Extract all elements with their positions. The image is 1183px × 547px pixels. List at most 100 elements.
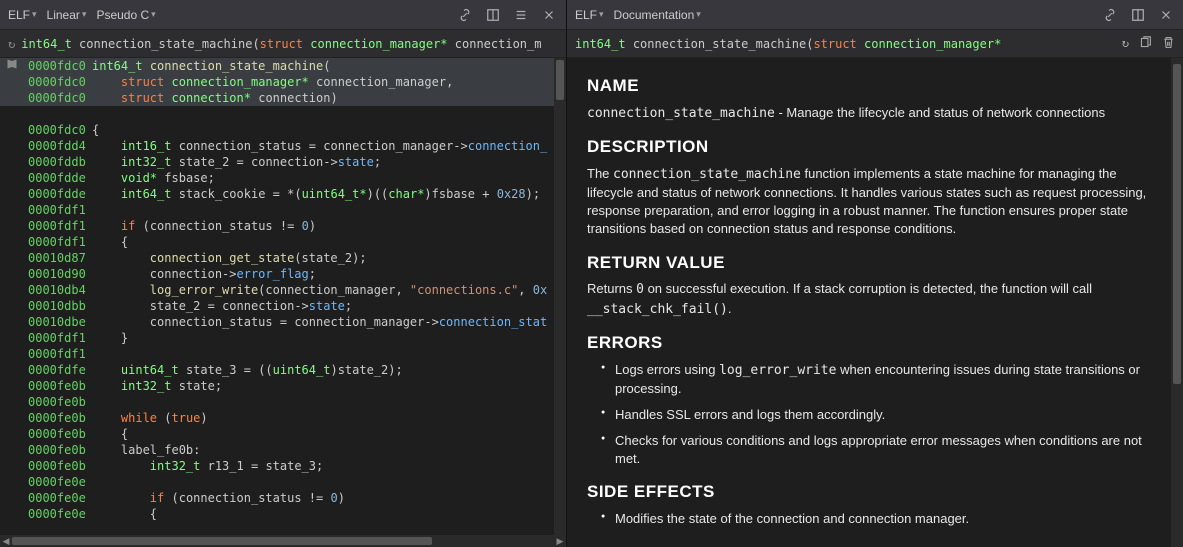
code-view[interactable]: 0000fdc0int64_t connection_state_machine… <box>0 58 566 535</box>
link-icon[interactable] <box>1101 6 1119 24</box>
doc-heading-return: RETURN VALUE <box>587 251 1155 275</box>
delete-icon[interactable] <box>1162 36 1175 52</box>
address: 0000fdf1 <box>24 202 92 218</box>
doc-errors-list: Logs errors using log_error_write when e… <box>587 361 1155 469</box>
address: 0000fdf1 <box>24 218 92 234</box>
gutter <box>0 378 24 394</box>
code-line[interactable]: 0000fdd4 int16_t connection_status = con… <box>0 138 566 154</box>
address: 00010dbb <box>24 298 92 314</box>
address: 0000fe0e <box>24 490 92 506</box>
doc-heading-sideeffects: SIDE EFFECTS <box>587 480 1155 504</box>
code-line[interactable]: 0000fe0b label_fe0b: <box>0 442 566 458</box>
scroll-left-arrow[interactable]: ◀ <box>0 535 12 547</box>
doc-dropdown[interactable]: Documentation▾ <box>614 8 701 22</box>
code-line[interactable]: 00010d87 connection_get_state(state_2); <box>0 250 566 266</box>
list-item: Logs errors using log_error_write when e… <box>615 361 1155 398</box>
address: 0000fe0b <box>24 410 92 426</box>
gutter <box>0 74 24 90</box>
gutter <box>0 442 24 458</box>
code-line[interactable]: 0000fe0b int32_t state; <box>0 378 566 394</box>
code-line[interactable]: 0000fe0e if (connection_status != 0) <box>0 490 566 506</box>
link-icon[interactable] <box>456 6 474 24</box>
menu-icon[interactable] <box>512 6 530 24</box>
close-icon[interactable] <box>1157 6 1175 24</box>
view-type-dropdown[interactable]: ELF▾ <box>575 8 604 22</box>
address: 0000fdde <box>24 170 92 186</box>
address: 0000fe0e <box>24 506 92 522</box>
code-text: log_error_write(connection_manager, "con… <box>92 282 566 298</box>
code-line[interactable]: 0000fe0b while (true) <box>0 410 566 426</box>
list-item: Modifies the state of the connection and… <box>615 510 1155 528</box>
gutter <box>0 490 24 506</box>
code-text: connection_status = connection_manager->… <box>92 314 566 330</box>
code-line[interactable]: 0000fddb int32_t state_2 = connection->s… <box>0 154 566 170</box>
close-icon[interactable] <box>540 6 558 24</box>
code-line[interactable]: 00010dbb state_2 = connection->state; <box>0 298 566 314</box>
language-dropdown[interactable]: Pseudo C▾ <box>96 8 155 22</box>
address: 0000fdde <box>24 186 92 202</box>
horizontal-scrollbar[interactable]: ◀ ▶ <box>0 535 566 547</box>
left-signature-bar: ↻ int64_t connection_state_machine(struc… <box>0 30 566 58</box>
code-line[interactable]: 00010d90 connection->error_flag; <box>0 266 566 282</box>
refresh-icon[interactable]: ↻ <box>8 37 15 51</box>
vertical-scrollbar[interactable] <box>554 58 566 535</box>
address: 0000fdc0 <box>24 74 92 90</box>
function-signature: int64_t connection_state_machine(struct … <box>575 37 1001 51</box>
code-line[interactable]: 0000fe0b int32_t r13_1 = state_3; <box>0 458 566 474</box>
code-text: struct connection* connection) <box>92 90 566 106</box>
code-line[interactable]: 0000fdc0int64_t connection_state_machine… <box>0 58 566 74</box>
doc-heading-errors: ERRORS <box>587 331 1155 355</box>
code-line[interactable]: 0000fdde int64_t stack_cookie = *(uint64… <box>0 186 566 202</box>
code-line[interactable] <box>0 106 566 122</box>
refresh-icon[interactable]: ↻ <box>1122 36 1129 52</box>
code-text: struct connection_manager* connection_ma… <box>92 74 566 90</box>
code-line[interactable]: 0000fe0b { <box>0 426 566 442</box>
left-pane: ELF▾ Linear▾ Pseudo C▾ ↻ int64_t connect… <box>0 0 567 547</box>
code-text: { <box>92 122 566 138</box>
gutter <box>0 330 24 346</box>
view-type-dropdown[interactable]: ELF▾ <box>8 8 37 22</box>
address: 0000fe0b <box>24 378 92 394</box>
gutter <box>0 282 24 298</box>
code-line[interactable]: 0000fe0e { <box>0 506 566 522</box>
gutter <box>0 362 24 378</box>
code-line[interactable]: 0000fe0e <box>0 474 566 490</box>
address <box>24 106 92 122</box>
code-line[interactable]: 00010db4 log_error_write(connection_mana… <box>0 282 566 298</box>
address: 0000fdc0 <box>24 58 92 74</box>
code-line[interactable]: 0000fdfe uint64_t state_3 = ((uint64_t)s… <box>0 362 566 378</box>
code-text <box>92 106 566 122</box>
split-icon[interactable] <box>484 6 502 24</box>
chevron-down-icon: ▾ <box>696 9 701 20</box>
address: 00010d90 <box>24 266 92 282</box>
gutter <box>0 138 24 154</box>
scroll-right-arrow[interactable]: ▶ <box>554 535 566 547</box>
code-text: while (true) <box>92 410 566 426</box>
code-line[interactable]: 0000fdc0 struct connection* connection) <box>0 90 566 106</box>
code-line[interactable]: 0000fdc0{ <box>0 122 566 138</box>
code-line[interactable]: 0000fdc0 struct connection_manager* conn… <box>0 74 566 90</box>
gutter <box>0 506 24 522</box>
code-line[interactable]: 00010dbe connection_status = connection_… <box>0 314 566 330</box>
code-line[interactable]: 0000fdf1 <box>0 346 566 362</box>
address: 00010dbe <box>24 314 92 330</box>
list-item: Handles SSL errors and logs them accordi… <box>615 406 1155 424</box>
documentation-view[interactable]: NAME connection_state_machine - Manage t… <box>567 58 1183 547</box>
code-text: } <box>92 330 566 346</box>
copy-icon[interactable] <box>1139 36 1152 52</box>
code-line[interactable]: 0000fdf1 { <box>0 234 566 250</box>
vertical-scrollbar[interactable] <box>1171 58 1183 547</box>
address: 0000fe0b <box>24 394 92 410</box>
address: 0000fdf1 <box>24 330 92 346</box>
view-mode-dropdown[interactable]: Linear▾ <box>47 8 87 22</box>
split-icon[interactable] <box>1129 6 1147 24</box>
code-line[interactable]: 0000fdf1 } <box>0 330 566 346</box>
code-line[interactable]: 0000fdf1 if (connection_status != 0) <box>0 218 566 234</box>
code-line[interactable]: 0000fdde void* fsbase; <box>0 170 566 186</box>
code-text: void* fsbase; <box>92 170 566 186</box>
address: 0000fe0b <box>24 458 92 474</box>
code-line[interactable]: 0000fe0b <box>0 394 566 410</box>
right-signature-bar: int64_t connection_state_machine(struct … <box>567 30 1183 58</box>
address: 0000fdf1 <box>24 346 92 362</box>
code-line[interactable]: 0000fdf1 <box>0 202 566 218</box>
